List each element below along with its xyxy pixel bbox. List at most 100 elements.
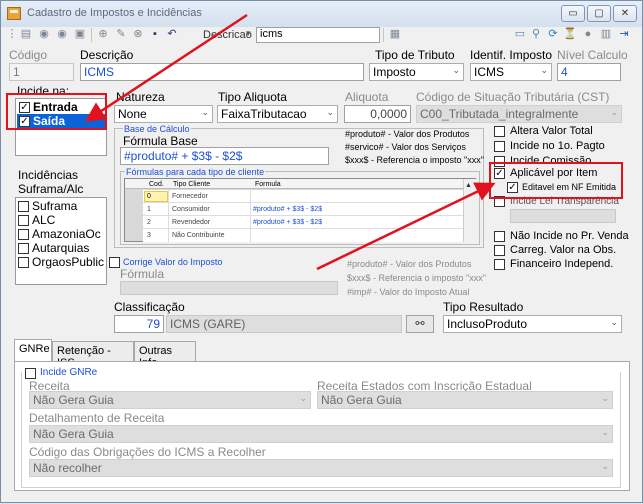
- search-field-dropdown-icon[interactable]: ▾: [246, 28, 251, 39]
- tab-gnre[interactable]: GNRe: [14, 339, 52, 361]
- saida-checkbox[interactable]: ✓: [19, 116, 30, 127]
- delete-icon[interactable]: ⊗: [131, 28, 145, 41]
- formulas-grid[interactable]: Cod. Tipo Cliente Formula ▲ 0 Fornecedor…: [124, 178, 476, 242]
- detalhamento-select: Não Gera Guia ⌄: [29, 425, 613, 443]
- amazoniaoc-checkbox[interactable]: [18, 229, 29, 240]
- minimize-button[interactable]: ▭: [561, 5, 585, 22]
- grid-row-3-tipo: Não Contribuinte: [172, 232, 225, 239]
- descricao-input[interactable]: ICMS: [80, 63, 364, 81]
- classificacao-code-input[interactable]: 79: [114, 315, 164, 333]
- grid-row-0-tipo: Fornecedor: [172, 193, 208, 200]
- alc-checkbox[interactable]: [18, 215, 29, 226]
- suframa-checkbox[interactable]: [18, 201, 29, 212]
- window-title: Cadastro de Impostos e Incidências: [27, 7, 202, 19]
- corrige-checkbox[interactable]: [109, 257, 120, 268]
- aliquota-field[interactable]: 0,0000: [344, 105, 411, 123]
- chevron-down-icon: ⌄: [326, 107, 334, 117]
- grid-row-2-cod[interactable]: 2: [147, 219, 151, 226]
- detalhamento-value: Não Gera Guia: [33, 427, 114, 441]
- grid-row-3-cod[interactable]: 3: [147, 232, 151, 239]
- search-input[interactable]: icms: [256, 27, 380, 43]
- col-formula: Formula: [255, 181, 281, 188]
- grid-scroll-up-icon[interactable]: ▲: [465, 182, 472, 189]
- incide-comissao-label: Incide Comissão: [510, 155, 592, 167]
- tipo-aliquota-label: Tipo Aliquota: [218, 90, 287, 104]
- binoculars-icon[interactable]: ⚯: [406, 315, 434, 333]
- identif-imposto-value: ICMS: [474, 65, 504, 79]
- grid-icon[interactable]: ▦: [388, 28, 402, 41]
- identif-imposto-label: Identif. Imposto: [470, 48, 553, 62]
- incide-1o-pagto-checkbox[interactable]: [494, 141, 505, 152]
- search-field-label: Descricao: [203, 29, 252, 41]
- filter-icon[interactable]: ⏳: [563, 28, 577, 41]
- tipo-aliquota-select[interactable]: FaixaTributacao ⌄: [217, 105, 338, 123]
- natureza-value: None: [118, 107, 147, 121]
- codigo-label: Código: [9, 48, 48, 62]
- undo-icon[interactable]: ↶: [165, 28, 179, 41]
- financeiro-independ-label: Financeiro Independ.: [510, 258, 614, 270]
- natureza-select[interactable]: None ⌄: [114, 105, 213, 123]
- exit-icon[interactable]: ⇥: [617, 28, 631, 41]
- chevron-down-icon: ⌄: [601, 427, 609, 437]
- maximize-button[interactable]: ▢: [587, 5, 611, 22]
- entrada-checkbox[interactable]: ✓: [19, 102, 30, 113]
- corrige-label: Corrige Valor do Imposto: [123, 257, 223, 267]
- save-icon[interactable]: ▪: [148, 28, 162, 41]
- close-button[interactable]: ✕: [613, 5, 637, 22]
- incidencias-label: Incidências: [18, 168, 79, 182]
- grid-row-1-tipo: Consumidor: [172, 206, 210, 213]
- edit-icon[interactable]: ✎: [114, 28, 128, 41]
- grid-row-2-tipo: Revendedor: [172, 219, 211, 226]
- nivel-calculo-input[interactable]: 4: [557, 63, 621, 81]
- tab-retencao-iss[interactable]: Retenção - ISS: [52, 341, 134, 369]
- incide-1o-pagto-label: Incide no 1o. Pagto: [510, 140, 605, 152]
- carreg-valor-obs-label: Carreg. Valor na Obs.: [510, 244, 617, 256]
- grid-row-1-formula[interactable]: #produto# + $3$ - $2$: [253, 206, 322, 213]
- refresh-icon[interactable]: ⟳: [546, 28, 560, 41]
- corrige-hint-referencia: $xxx$ - Referencia o imposto "xxx": [347, 273, 486, 283]
- receita-select: Não Gera Guia ⌄: [29, 391, 311, 409]
- editavel-nf-checkbox[interactable]: ✓: [507, 182, 518, 193]
- next-record-icon[interactable]: ◉: [55, 28, 69, 41]
- altera-valor-total-checkbox[interactable]: [494, 126, 505, 137]
- incidencias-list: Suframa ALC AmazoniaOc Autarquias Orgaos…: [15, 197, 107, 285]
- lei-transparencia-checkbox[interactable]: [494, 196, 505, 207]
- grid-row-0-cod[interactable]: 0: [147, 193, 151, 200]
- grid-config-icon[interactable]: ▥: [599, 28, 613, 41]
- cst-label: Código de Situação Tributária (CST): [416, 90, 610, 104]
- autarquias-checkbox[interactable]: [18, 243, 29, 254]
- identif-imposto-select[interactable]: ICMS ⌄: [470, 63, 552, 81]
- grid-row-2-formula[interactable]: #produto# + $3$ - $2$: [253, 219, 322, 226]
- search-icon[interactable]: ⚲: [529, 28, 543, 41]
- last-record-icon[interactable]: ▣: [73, 28, 87, 41]
- chevron-down-icon: ⌄: [610, 107, 618, 117]
- grid-row-1-cod[interactable]: 1: [147, 206, 151, 213]
- tipo-resultado-select[interactable]: InclusoProduto ⌄: [443, 315, 622, 333]
- incide-comissao-checkbox[interactable]: [494, 156, 505, 167]
- aplicavel-item-label: Aplicável por Item: [510, 167, 598, 179]
- first-record-icon[interactable]: ▤: [19, 28, 33, 41]
- tab-outras-info[interactable]: Outras Info.: [134, 341, 196, 369]
- suframa-alc-label: Suframa/Alc: [18, 182, 84, 196]
- formula-base-input[interactable]: #produto# + $3$ - $2$: [120, 147, 329, 165]
- previous-record-icon[interactable]: ◉: [37, 28, 51, 41]
- add-icon[interactable]: ⊕: [96, 28, 110, 41]
- autarquias-label: Autarquias: [32, 241, 90, 255]
- orgaospublic-checkbox[interactable]: [18, 257, 29, 268]
- chevron-down-icon: ⌄: [452, 65, 460, 75]
- codigo-obrig-select: Não recolher ⌄: [29, 459, 613, 477]
- carreg-valor-obs-checkbox[interactable]: [494, 245, 505, 256]
- tipo-tributo-select[interactable]: Imposto ⌄: [369, 63, 464, 81]
- codigo-field: 1: [9, 63, 74, 81]
- orgaospublic-label: OrgaosPublic: [32, 255, 105, 269]
- financeiro-independ-checkbox[interactable]: [494, 259, 505, 270]
- print-icon[interactable]: ▭: [513, 28, 527, 41]
- nao-incide-pr-venda-checkbox[interactable]: [494, 231, 505, 242]
- user-icon[interactable]: ●: [581, 28, 595, 41]
- col-tipo-cliente: Tipo Cliente: [173, 181, 211, 188]
- grip-icon: ⋮: [6, 28, 18, 40]
- codigo-obrig-label: Código das Obrigações do ICMS a Recolher: [29, 445, 266, 459]
- receita-estados-value: Não Gera Guia: [321, 393, 402, 407]
- lei-transparencia-label: Incide Lei Transparência: [510, 196, 619, 207]
- aplicavel-item-checkbox[interactable]: ✓: [494, 168, 505, 179]
